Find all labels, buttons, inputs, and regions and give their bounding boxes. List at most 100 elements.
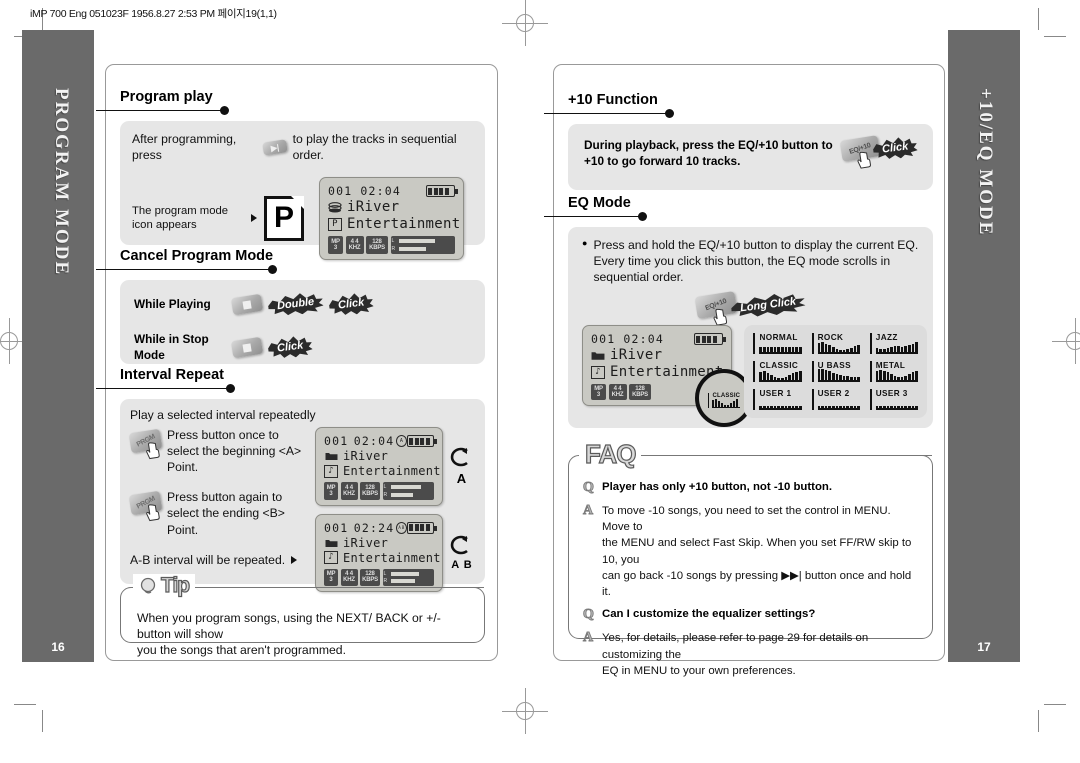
program-mode-icon-letter: P: [273, 201, 294, 235]
lcd-a-folder-row: iRiver: [324, 449, 434, 463]
crop-mark-top-right: [1034, 8, 1066, 40]
eq-preset-jazz-bars: [875, 342, 918, 355]
sidebar-tab-eq-mode: +10/EQ MODE 17: [948, 30, 1020, 662]
eq-preset-metal-label: METAL: [875, 361, 906, 371]
cancel-row-while-stop-label: While in Stop Mode: [134, 332, 209, 363]
lcd-a-level-meter: L R: [382, 482, 434, 500]
eq-preset-user2-label: USER 2: [817, 389, 850, 399]
eq-preset-grid-panel: NORMAL ROCK JAZZ CLASSIC U BASS METAL US…: [744, 325, 927, 419]
folder-icon-eq: [591, 349, 605, 362]
eq-preset-rock-label: ROCK: [817, 333, 844, 343]
eq-preset-jazz: JAZZ: [869, 333, 918, 355]
section-interval-repeat: Interval Repeat Play a selected interval…: [96, 367, 485, 593]
interval-repeat-subtitle: Play a selected interval repeatedly: [130, 408, 316, 422]
repeat-a-badge-icon: A: [396, 435, 408, 448]
interval-step-2-line2: select the ending <B>: [167, 506, 285, 521]
faq-item-2-answer-line2: EQ in MENU to your own preferences.: [602, 664, 796, 677]
section-eq-mode-rule: [544, 212, 933, 221]
eq-mode-bullet-line2: Every time you click this button, the EQ…: [593, 254, 891, 285]
section-program-play-rule: [96, 106, 485, 115]
eq-preset-user2-bars: [817, 399, 860, 411]
interval-repeat-panel: Play a selected interval repeatedly PRGM…: [120, 399, 485, 593]
interval-step-2-line1: Press button again to: [167, 490, 283, 505]
lcd-track-number: 001: [328, 184, 353, 199]
battery-icon-a: [407, 435, 437, 448]
lcd-folder-row: iRiver: [328, 199, 455, 215]
print-header-text: iMP 700 Eng 051023F 1956.8.27 2:53 PM 페이…: [30, 8, 277, 20]
registration-mark-right: [1052, 318, 1080, 364]
faq-item-2-question-row: Q Can I customize the equalizer settings…: [583, 607, 916, 623]
faq-item-2: Q Can I customize the equalizer settings…: [583, 607, 916, 679]
note-icon-eq: ♪: [591, 365, 605, 379]
question-mark-icon-2: Q: [583, 607, 595, 623]
eq-preset-ubass-bars: [817, 369, 860, 383]
question-mark-icon-1: Q: [583, 480, 595, 496]
lcd-a-track-title: Entertainment: [343, 464, 441, 479]
interval-repeat-footer: A-B interval will be repeated.: [130, 552, 307, 568]
hand-cursor-icon-a: [146, 442, 160, 460]
note-icon-a: ♪: [324, 464, 338, 478]
cancel-row-while-stop: While in Stop Mode Click: [134, 331, 471, 363]
tag-bitrate-a: 128 KBPS: [360, 482, 380, 500]
registration-mark-top: [502, 0, 548, 46]
program-play-intro-after: to play the tracks in sequential order.: [292, 132, 457, 163]
program-indicator-icon: P: [328, 217, 342, 231]
lcd-a-time: 02:04: [353, 434, 395, 449]
tag-bitrate-b: 128 KBPS: [360, 568, 380, 587]
faq-item-2-answer-line1: Yes, for details, please refer to page 2…: [602, 632, 869, 661]
eq-preset-user3-label: USER 3: [875, 389, 908, 399]
repeat-symbol-ab: A B: [449, 534, 475, 571]
battery-icon-b: [407, 521, 437, 534]
battery-icon: [426, 185, 458, 198]
eq-preset-metal: METAL: [869, 361, 918, 383]
prgm-button-icon-b: PRGM: [128, 491, 163, 522]
cancel-row-while-playing-label: While Playing: [134, 296, 211, 311]
interval-step-1: PRGM Press button once to select the beg…: [128, 427, 307, 475]
tip-line1: When you program songs, using the NEXT/ …: [137, 611, 441, 642]
registration-mark-bottom: [502, 688, 548, 734]
lcd-b-level-meter: L R: [382, 568, 434, 587]
cancel-program-mode-panel: While Playing Double Click While in Stop…: [120, 280, 485, 364]
stop-button-icon-stop: [230, 336, 264, 358]
lcd-a-status-row: 001 02:04 A: [324, 434, 437, 449]
note-icon-b: ♪: [324, 551, 338, 565]
interval-step-2-line3: Point.: [167, 522, 199, 537]
eq-mode-panel: ● Press and hold the EQ/+10 button to di…: [568, 227, 933, 428]
cancel-row-while-playing: While Playing Double Click: [134, 293, 471, 315]
lcd-b-folder-row: iRiver: [324, 536, 434, 550]
section-cancel-program-mode-rule: [96, 265, 485, 274]
lcd-interval-b: 001 02:24 AB iRiver ♪ Entertainment MP 3…: [315, 513, 443, 593]
program-play-intro-before: After programming, press: [132, 132, 237, 163]
eq-preset-normal-label: NORMAL: [759, 333, 798, 343]
lcd-eq-track-number: 001: [591, 332, 616, 347]
section-eq-mode: EQ Mode ● Press and hold the EQ/+10 butt…: [544, 195, 933, 428]
tag-samplerate-eq: 4 4 KHZ: [608, 384, 627, 401]
eq-preset-user1: USER 1: [753, 389, 802, 411]
right-page: +10 Function During playback, press the …: [544, 64, 945, 677]
answer-mark-icon-1: A: [583, 503, 594, 519]
faq-item-1-question: Player has only +10 button, not -10 butt…: [602, 481, 833, 493]
interval-step-1-line3: Point.: [167, 460, 199, 475]
faq-badge-label: FAQ: [584, 438, 637, 469]
eq-preset-classic-bars: [759, 371, 802, 383]
hand-cursor-icon-plus10: [857, 151, 871, 169]
tag-codec-a: MP 3: [324, 482, 338, 500]
tip-box-rule: [217, 587, 484, 589]
faq-box-rule: [645, 455, 932, 457]
bullet-icon: ●: [582, 238, 588, 248]
repeat-ab-badge-icon: AB: [396, 521, 408, 534]
prgm-button-icon-a: PRGM: [128, 428, 163, 460]
eq-preset-grid: NORMAL ROCK JAZZ CLASSIC U BASS METAL US…: [753, 333, 918, 411]
eq-preset-ubass: U BASS: [811, 361, 860, 383]
play-button-icon: ▶|: [262, 138, 288, 156]
lcd-eq-folder-row: iRiver: [591, 347, 723, 363]
eq-preset-user3: USER 3: [869, 389, 918, 411]
faq-item-1-answer-row: A To move -10 songs, you need to set the…: [583, 503, 916, 600]
interval-step-1-line2: select the beginning <A>: [167, 444, 302, 459]
eq-preset-rock: ROCK: [811, 333, 860, 355]
sidebar-tab-eq-mode-label: +10/EQ MODE: [975, 88, 996, 237]
repeat-loop-icon-ab: [450, 536, 468, 555]
tip-line2: you the songs that aren't programmed.: [137, 643, 346, 658]
eq-preset-normal-bars: [759, 343, 802, 355]
lcd-a-title-row: ♪ Entertainment: [324, 464, 441, 478]
